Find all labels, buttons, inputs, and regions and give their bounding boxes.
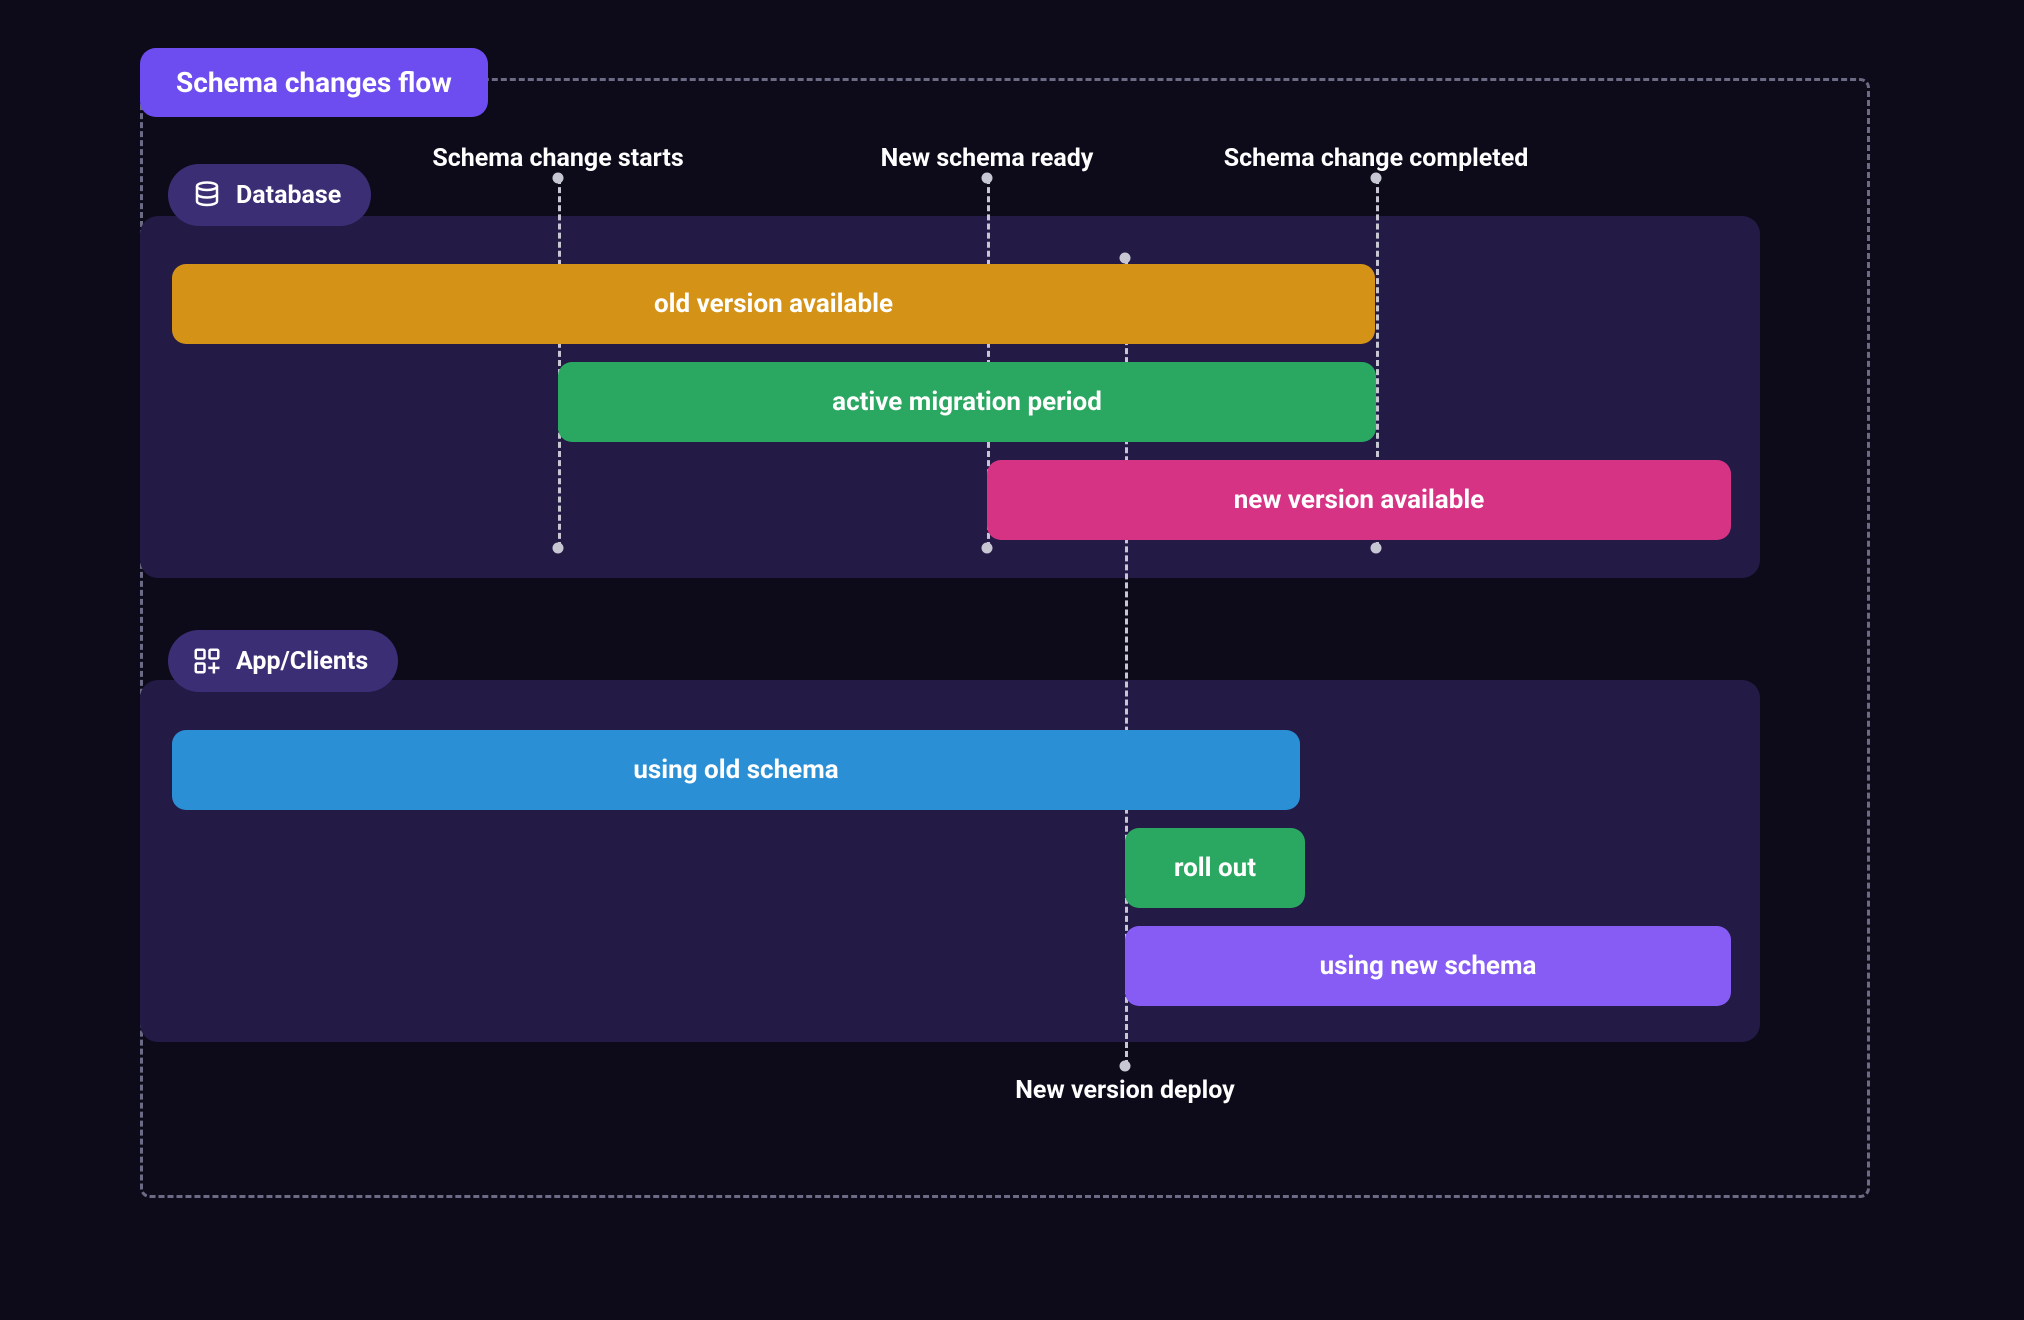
milestone-label-complete: Schema change completed [1224, 144, 1529, 173]
bar-using-new-schema: using new schema [1125, 926, 1731, 1006]
milestone-line-start [558, 178, 561, 548]
database-section-label: Database [236, 181, 341, 210]
bar-label: roll out [1174, 853, 1256, 883]
milestone-dot [553, 173, 564, 184]
deploy-label: New version deploy [1015, 1076, 1234, 1105]
milestone-dot [982, 173, 993, 184]
bar-active-migration: active migration period [558, 362, 1376, 442]
bar-roll-out: roll out [1125, 828, 1305, 908]
diagram-title-badge: Schema changes flow [140, 48, 488, 117]
clients-section-badge: App/Clients [168, 630, 398, 692]
milestone-dot [553, 543, 564, 554]
clients-section-label: App/Clients [236, 647, 368, 676]
milestone-dot [1371, 543, 1382, 554]
milestone-dot [982, 543, 993, 554]
milestone-label-ready: New schema ready [881, 144, 1094, 173]
bar-label: using new schema [1320, 951, 1537, 981]
database-section-badge: Database [168, 164, 371, 226]
bar-old-version-available: old version available [172, 264, 1375, 344]
deploy-dot [1120, 253, 1131, 264]
bar-new-version-available: new version available [987, 460, 1731, 540]
apps-icon [192, 646, 222, 676]
bar-using-old-schema: using old schema [172, 730, 1300, 810]
database-icon [192, 180, 222, 210]
diagram-title: Schema changes flow [176, 66, 452, 99]
milestone-label-start: Schema change starts [432, 144, 683, 173]
bar-label: using old schema [633, 755, 838, 785]
bar-label: new version available [1234, 485, 1485, 515]
deploy-dot [1120, 1061, 1131, 1072]
milestone-dot [1371, 173, 1382, 184]
bar-label: old version available [654, 289, 893, 319]
bar-label: active migration period [832, 387, 1102, 417]
